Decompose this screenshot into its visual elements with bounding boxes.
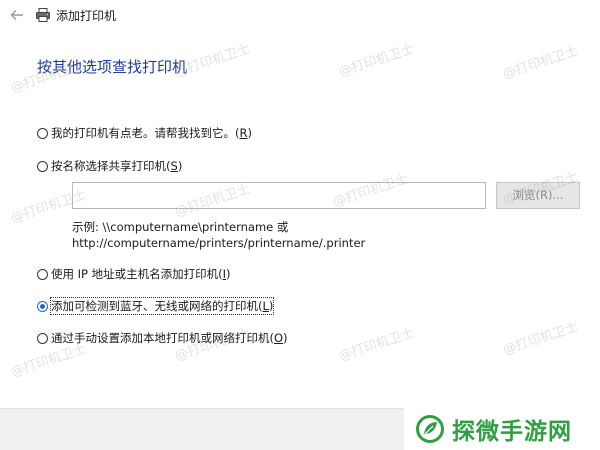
option-bluetooth-wireless[interactable]: 添加可检测到蓝牙、无线或网络的打印机(L) [37,297,275,315]
radio-bluetooth-wireless[interactable] [37,300,48,312]
leaf-logo-icon [416,415,444,443]
option-shared-printer-label: 按名称选择共享打印机(S) [51,159,183,173]
printer-icon [36,8,50,22]
back-arrow-icon[interactable] [8,6,26,24]
option-ip-hostname-label: 使用 IP 地址或主机名添加打印机(I) [51,267,231,281]
watermark: @打印机卫士 [501,319,581,359]
option-ip-hostname[interactable]: 使用 IP 地址或主机名添加打印机(I) [37,265,231,283]
brand-name: 探微手游网 [452,419,572,445]
option-manual-settings[interactable]: 通过手动设置添加本地打印机或网络打印机(O) [37,329,288,347]
watermark: @打印机卫士 [337,41,417,81]
option-old-printer[interactable]: 我的打印机有点老。请帮我找到它。(R) [37,124,252,142]
browse-button[interactable]: 浏览(R)... [496,182,580,209]
radio-old-printer[interactable] [37,127,48,139]
shared-printer-name-input[interactable] [72,182,486,209]
option-manual-settings-label: 通过手动设置添加本地打印机或网络打印机(O) [51,331,288,345]
brand-logo: 探微手游网 [404,408,600,450]
radio-shared-printer[interactable] [37,160,48,172]
example-line-2: http://computername/printers/printername… [72,236,366,250]
window-title: 添加打印机 [56,9,117,23]
example-line-1: 示例: \\computername\printername 或 [72,220,289,234]
option-shared-printer[interactable]: 按名称选择共享打印机(S) [37,157,182,175]
title-bar: 添加打印机 [0,0,600,32]
option-old-printer-label: 我的打印机有点老。请帮我找到它。(R) [51,126,252,140]
radio-ip-hostname[interactable] [37,268,48,280]
watermark: @打印机卫士 [501,43,581,83]
option-bluetooth-wireless-label: 添加可检测到蓝牙、无线或网络的打印机(L) [49,297,275,315]
radio-manual-settings[interactable] [37,332,48,344]
page-heading: 按其他选项查找打印机 [37,58,188,76]
watermark: @打印机卫士 [337,325,417,365]
